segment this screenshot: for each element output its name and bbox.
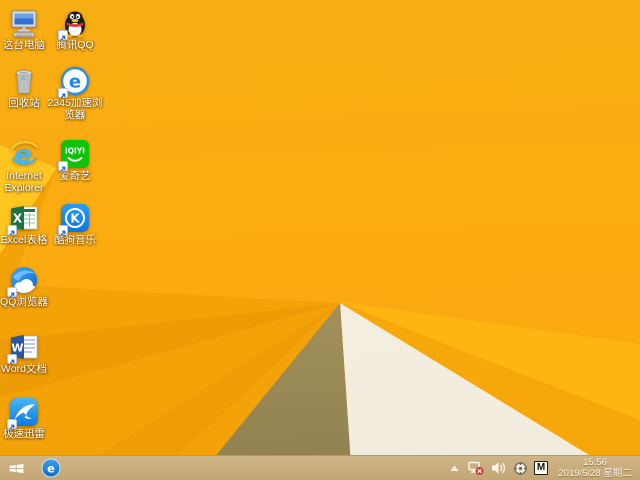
taskbar-app-2345-browser[interactable]: e	[38, 456, 64, 480]
network-disconnected-icon	[468, 461, 484, 475]
speaker-icon	[491, 462, 505, 474]
shortcut-arrow-icon	[58, 161, 68, 172]
icon-label-line2: Explorer	[4, 181, 44, 194]
input-method-indicator[interactable]: M	[534, 461, 548, 475]
2345-browser-icon: e	[58, 66, 90, 99]
this-pc-icon	[9, 8, 39, 38]
desktop-icon-2345-browser[interactable]: e 2345加速浏 览器	[43, 66, 107, 121]
show-hidden-icons-button[interactable]	[446, 460, 462, 476]
chevron-up-icon	[450, 465, 458, 471]
svg-text:e: e	[47, 461, 55, 475]
volume-button[interactable]	[490, 460, 506, 476]
desktop-icon-xunlei[interactable]: 极速迅雷	[0, 397, 56, 441]
taskbar: e M 15:56 2019/5/28 星期二	[0, 455, 640, 480]
network-status-button[interactable]	[468, 460, 484, 476]
qq-penguin-icon	[58, 8, 90, 41]
desktop-icon-word[interactable]: W Word文档	[0, 332, 56, 376]
icon-label: 酷狗音乐	[54, 234, 96, 246]
recycle-bin-icon	[9, 66, 39, 96]
icon-label-line2: 览器	[64, 108, 86, 121]
shortcut-arrow-icon	[7, 287, 17, 298]
svg-text:X: X	[13, 212, 23, 226]
browser-e-icon: e	[41, 458, 61, 478]
svg-text:K: K	[70, 212, 80, 226]
kugou-music-icon: K	[58, 203, 90, 236]
desktop-icon-qq-browser[interactable]: QQ浏览器	[0, 265, 56, 309]
shortcut-arrow-icon	[58, 30, 68, 41]
shortcut-arrow-icon	[58, 88, 68, 99]
svg-text:W: W	[11, 342, 23, 355]
xunlei-bird-icon	[7, 397, 39, 430]
internet-explorer-icon: e	[9, 139, 39, 170]
svg-text:iQIYI: iQIYI	[65, 147, 85, 156]
word-icon: W	[7, 332, 39, 365]
clock-time: 15:56	[583, 457, 607, 468]
windows-logo-icon	[9, 463, 23, 473]
svg-text:e: e	[69, 72, 81, 93]
shortcut-arrow-icon	[7, 225, 17, 236]
icon-label: 2345加速浏	[47, 97, 103, 109]
clock-date: 2019/5/28 星期二	[558, 468, 632, 479]
shortcut-arrow-icon	[58, 225, 68, 236]
desktop-icon-kugou[interactable]: K 酷狗音乐	[43, 203, 107, 247]
excel-icon: X	[7, 203, 39, 236]
taskbar-clock[interactable]: 15:56 2019/5/28 星期二	[554, 457, 636, 479]
start-button[interactable]	[0, 456, 32, 480]
iqiyi-icon: iQIYI	[58, 139, 90, 172]
icon-label: 腾讯QQ	[56, 39, 94, 51]
qq-browser-icon	[7, 265, 39, 298]
system-tray: M 15:56 2019/5/28 星期二	[446, 457, 640, 479]
shortcut-arrow-icon	[7, 419, 17, 430]
icon-label: 爱奇艺	[59, 170, 91, 182]
crosshair-circle-icon	[513, 461, 527, 475]
desktop-icon-tencent-qq[interactable]: 腾讯QQ	[43, 8, 107, 52]
desktop-icon-iqiyi[interactable]: iQIYI 爱奇艺	[43, 139, 107, 183]
utility-tray-button[interactable]	[512, 460, 528, 476]
shortcut-arrow-icon	[7, 354, 17, 365]
